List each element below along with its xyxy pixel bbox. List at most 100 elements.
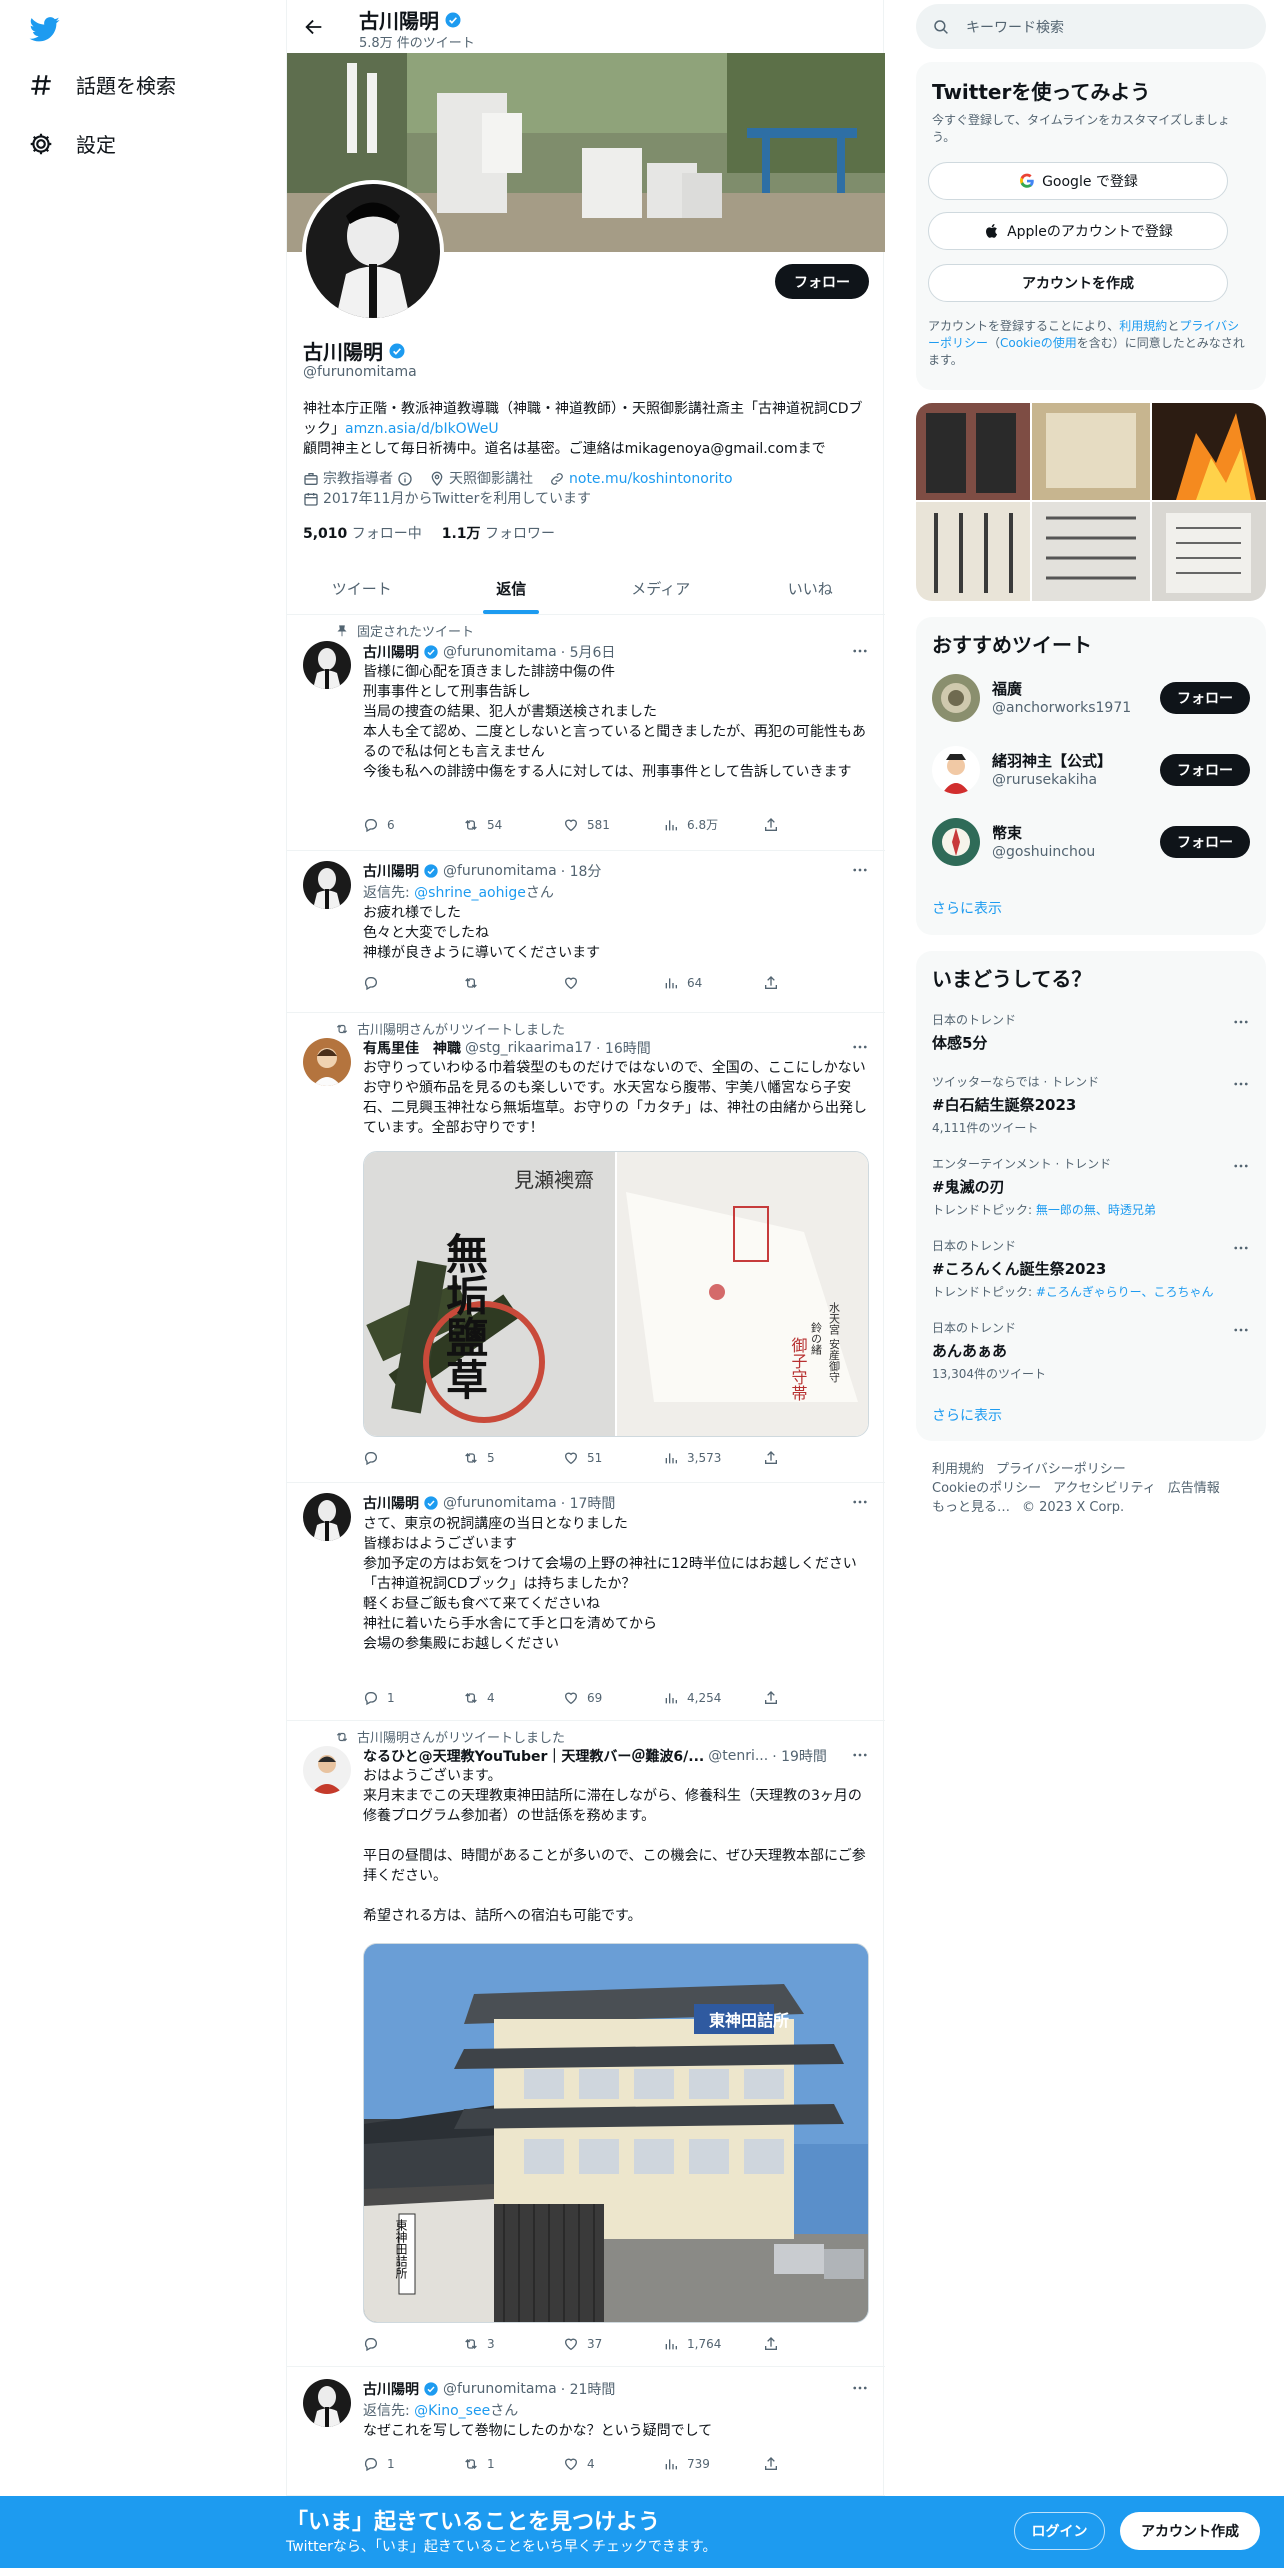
tweet-item[interactable]: 古川陽明 @furunomitama · 17時間 さて、東京の祝詞講座の当日と… <box>287 1483 885 1721</box>
trend-item[interactable]: ツイッターならでは · トレンド #白石結生誕祭2023 4,111件のツイート <box>932 1073 1250 1136</box>
media-gallery[interactable] <box>916 403 1266 601</box>
following-stat[interactable]: 5,010 フォロー中 <box>303 523 422 543</box>
tab-media[interactable]: メディア <box>586 562 736 614</box>
more-options-icon[interactable] <box>1232 1157 1250 1175</box>
recommended-follow-button[interactable]: フォロー <box>1160 754 1250 786</box>
tab-replies[interactable]: 返信 <box>437 562 587 614</box>
reply-button[interactable] <box>363 2336 463 2352</box>
footer-link[interactable]: 利用規約 <box>932 1462 984 1477</box>
tweet-avatar[interactable] <box>303 1746 351 1794</box>
recommended-follow-button[interactable]: フォロー <box>1160 826 1250 858</box>
share-button[interactable] <box>763 2456 793 2472</box>
share-button[interactable] <box>763 1690 793 1706</box>
share-button[interactable] <box>763 816 793 833</box>
reply-button[interactable] <box>363 1450 463 1466</box>
recommended-avatar[interactable] <box>932 818 980 866</box>
more-options-icon[interactable] <box>851 2379 869 2397</box>
share-button[interactable] <box>763 975 793 991</box>
more-options-icon[interactable] <box>1232 1239 1250 1257</box>
views-button[interactable]: 3,573 <box>663 1450 763 1466</box>
more-options-icon[interactable] <box>851 861 869 879</box>
recommended-name[interactable]: 緒羽神主【公式】 <box>992 750 1112 771</box>
tweet-author-name[interactable]: 古川陽明 <box>363 2379 419 2399</box>
recommended-name[interactable]: 福廣 <box>992 678 1022 699</box>
views-button[interactable]: 4,254 <box>663 1690 763 1706</box>
tweet-author-name[interactable]: 有馬里佳 神職 <box>363 1038 461 1058</box>
trend-topic-link[interactable]: #ころんぎゃらりー、ころちゃん <box>1036 1285 1214 1299</box>
more-options-icon[interactable] <box>851 1493 869 1511</box>
tweet-context-text[interactable]: 古川陽明さんがリツイートしました <box>357 1727 565 1746</box>
follow-button[interactable]: フォロー <box>775 264 869 299</box>
show-more-link[interactable]: さらに表示 <box>932 898 1002 918</box>
nav-explore[interactable]: 話題を検索 <box>28 70 176 99</box>
trend-item[interactable]: エンターテインメント · トレンド #鬼滅の刃 トレンドトピック: 無一郎の無、… <box>932 1155 1250 1218</box>
tweet-media-image[interactable]: 東神田詰所 東神田詰所 <box>363 1943 869 2323</box>
recommended-avatar[interactable] <box>932 674 980 722</box>
tweet-author-name[interactable]: 古川陽明 <box>363 642 419 662</box>
profile-url-text[interactable]: note.mu/koshintonorito <box>569 469 733 489</box>
tweet-handle[interactable]: @furunomitama <box>443 2381 557 2397</box>
like-button[interactable]: 69 <box>563 1690 663 1706</box>
tweet-handle[interactable]: @furunomitama <box>443 1495 557 1511</box>
tweet-item[interactable]: 古川陽明 @furunomitama · 21時間 返信先: @Kino_see… <box>287 2367 885 2496</box>
tweet-time[interactable]: · 21時間 <box>561 2379 616 2399</box>
tweet-item[interactable]: 古川陽明 @furunomitama · 18分 返信先: @shrine_ao… <box>287 851 885 1013</box>
tweet-author-name[interactable]: なるひと@天理教YouTuber｜天理教バー＠難波6/... <box>363 1746 704 1766</box>
google-signup-button[interactable]: Google で登録 <box>928 162 1228 200</box>
tweet-avatar[interactable] <box>303 641 351 689</box>
more-options-icon[interactable] <box>1232 1321 1250 1339</box>
back-arrow-icon[interactable] <box>303 16 325 38</box>
views-button[interactable]: 64 <box>663 975 763 991</box>
views-button[interactable]: 1,764 <box>663 2336 763 2352</box>
tweet-time[interactable]: · 16時間 <box>596 1038 651 1058</box>
more-options-icon[interactable] <box>1232 1013 1250 1031</box>
trend-topic-link[interactable]: 無一郎の無、時透兄弟 <box>1036 1203 1156 1217</box>
retweet-button[interactable]: 4 <box>463 1690 563 1706</box>
profile-url[interactable]: note.mu/koshintonorito <box>549 469 733 489</box>
tab-tweets[interactable]: ツイート <box>287 562 437 614</box>
trend-item[interactable]: 日本のトレンド #ころんくん誕生祭2023 トレンドトピック: #ころんぎゃらり… <box>932 1237 1250 1300</box>
share-button[interactable] <box>763 2336 793 2352</box>
footer-link[interactable]: もっと見る… <box>932 1500 1010 1515</box>
like-button[interactable]: 37 <box>563 2336 663 2352</box>
reply-to-handle[interactable]: @Kino_see <box>414 2403 490 2419</box>
tweet-avatar[interactable] <box>303 1038 351 1086</box>
bio-link[interactable]: amzn.asia/d/bIkOWeU <box>345 421 499 437</box>
reply-button[interactable]: 6 <box>363 816 463 833</box>
twitter-logo-icon[interactable] <box>28 14 62 44</box>
cookie-link[interactable]: Cookieの使用 <box>1000 336 1077 350</box>
tweet-handle[interactable]: @furunomitama <box>443 644 557 660</box>
recommended-name[interactable]: 幣束 <box>992 822 1022 843</box>
tweet-item[interactable]: 古川陽明さんがリツイートしました なるひと@天理教YouTuber｜天理教バー＠… <box>287 1721 885 2367</box>
footer-link[interactable]: Cookieのポリシー <box>932 1481 1041 1496</box>
recommended-user[interactable]: 福廣 @anchorworks1971 フォロー <box>932 674 1250 724</box>
retweet-button[interactable]: 54 <box>463 816 563 833</box>
trend-item[interactable]: 日本のトレンド 体感5分 <box>932 1011 1250 1053</box>
terms-link[interactable]: 利用規約 <box>1119 319 1167 333</box>
login-button[interactable]: ログイン <box>1014 2512 1105 2550</box>
tweet-media-grid[interactable]: 見瀬襖齋 無垢鹽草 水天宮 安産御守 鈴の緒 御子守帯 <box>363 1151 869 1437</box>
trend-item[interactable]: 日本のトレンド あんあぁあ 13,304件のツイート <box>932 1319 1250 1382</box>
like-button[interactable] <box>563 975 663 991</box>
views-button[interactable]: 6.8万 <box>663 816 763 833</box>
retweet-button[interactable]: 1 <box>463 2456 563 2472</box>
tweet-author-name[interactable]: 古川陽明 <box>363 861 419 881</box>
more-options-icon[interactable] <box>851 1746 869 1764</box>
recommended-user[interactable]: 幣束 @goshuinchou フォロー <box>932 818 1250 868</box>
tweet-avatar[interactable] <box>303 2379 351 2427</box>
signup-button[interactable]: アカウント作成 <box>1120 2512 1260 2550</box>
tweet-time[interactable]: · 19時間 <box>772 1746 827 1766</box>
info-icon[interactable] <box>397 471 413 487</box>
recommended-avatar[interactable] <box>932 746 980 794</box>
reply-button[interactable]: 1 <box>363 1690 463 1706</box>
tab-likes[interactable]: いいね <box>736 562 886 614</box>
views-button[interactable]: 739 <box>663 2456 763 2472</box>
recommended-follow-button[interactable]: フォロー <box>1160 682 1250 714</box>
tweet-time[interactable]: · 5月6日 <box>561 642 616 662</box>
tweet-handle[interactable]: @furunomitama <box>443 863 557 879</box>
more-options-icon[interactable] <box>851 642 869 660</box>
retweet-button[interactable] <box>463 975 563 991</box>
tweet-time[interactable]: · 18分 <box>561 861 602 881</box>
more-options-icon[interactable] <box>851 1038 869 1056</box>
tweet-avatar[interactable] <box>303 861 351 909</box>
